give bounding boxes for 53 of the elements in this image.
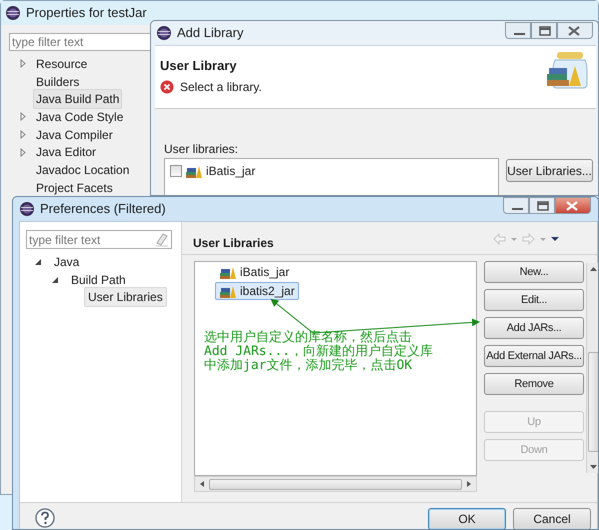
vertical-scrollbar[interactable] <box>586 263 598 473</box>
dialog-heading: User Library <box>160 57 237 75</box>
error-message: Select a library. <box>180 79 262 96</box>
tree-item[interactable]: Java Build Path <box>33 89 122 110</box>
filter-field[interactable]: type filter text <box>9 33 151 51</box>
tree-item[interactable]: Java <box>50 252 84 272</box>
expand-icon[interactable] <box>19 112 27 122</box>
app-icon <box>5 5 21 21</box>
expand-icon[interactable] <box>19 148 27 157</box>
checkbox[interactable] <box>170 165 182 177</box>
horizontal-scrollbar[interactable] <box>194 476 477 492</box>
tree-item[interactable]: Java Editor <box>33 142 100 162</box>
view-menu-icon[interactable] <box>550 235 560 243</box>
dialog-button[interactable]: OK <box>428 508 506 529</box>
help-icon[interactable] <box>35 508 55 528</box>
library-list[interactable]: iBatis_jar <box>164 158 499 195</box>
tree-item[interactable]: Javadoc Location <box>33 160 132 180</box>
window-title: Add Library <box>177 24 244 42</box>
action-button[interactable]: New... <box>484 261 584 283</box>
action-button[interactable]: Add External JARs... <box>484 345 584 367</box>
dialog-button[interactable]: Cancel <box>513 508 591 529</box>
library-list[interactable]: iBatis_jar ibatis2_jar 选中用户自定义的库名称，然后点击 Add JARs...，向新建的用户自定义库 中添加jar文件，添加完毕，点击OK <box>194 261 477 476</box>
action-button[interactable]: Remove <box>484 373 584 395</box>
tree-item[interactable]: Build Path <box>67 270 130 290</box>
app-icon <box>19 201 35 217</box>
tree-item[interactable]: Builders <box>33 72 82 92</box>
filter-field[interactable]: type filter text <box>26 230 172 249</box>
tree-item[interactable]: Project Facets <box>33 178 116 198</box>
tree-item[interactable]: Java Compiler <box>33 124 116 145</box>
collapse-icon[interactable] <box>51 276 59 284</box>
library-item[interactable]: ibatis2_jar <box>215 282 299 300</box>
tree-item[interactable]: User Libraries <box>84 287 167 308</box>
tree-item[interactable]: Resource <box>33 54 90 74</box>
action-button[interactable]: Add JARs... <box>484 317 584 339</box>
app-icon <box>156 25 172 41</box>
scroll-up-icon[interactable] <box>588 265 598 274</box>
library-item[interactable]: iBatis_jar <box>215 263 299 281</box>
list-label: User libraries: <box>164 141 238 158</box>
action-button[interactable]: Edit... <box>484 289 584 311</box>
annotation-text: 中添加jar文件，添加完毕，点击OK <box>204 359 414 373</box>
collapse-icon[interactable] <box>34 258 42 266</box>
scroll-down-icon[interactable] <box>588 462 598 471</box>
annotation-text: 选中用户自定义的库名称，然后点击 <box>204 331 412 345</box>
expand-icon[interactable] <box>19 130 27 140</box>
library-name[interactable]: iBatis_jar <box>206 162 256 180</box>
annotation-text: Add JARs...，向新建的用户自定义库 <box>204 345 434 359</box>
user-libraries-button[interactable]: User Libraries... <box>506 159 593 182</box>
expand-icon[interactable] <box>19 59 27 68</box>
page-title: User Libraries <box>193 235 274 252</box>
window-title: Preferences (Filtered) <box>40 200 166 218</box>
window-title: Properties for testJar <box>26 4 147 22</box>
tree-item[interactable]: Java Code Style <box>33 106 126 127</box>
error-icon <box>160 80 174 94</box>
